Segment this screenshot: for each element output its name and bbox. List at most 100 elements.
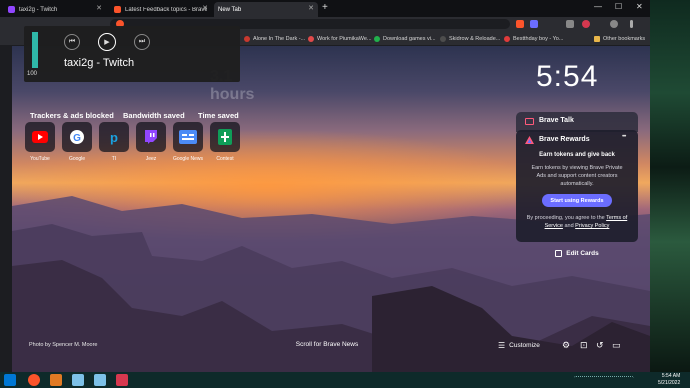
close-window-button[interactable]: ✕ <box>636 2 643 11</box>
start-rewards-button[interactable]: Start using Rewards <box>542 194 612 207</box>
tray-date: 5/21/2022 <box>658 380 681 386</box>
edit-cards-label: Edit Cards <box>566 249 599 257</box>
svg-text:p: p <box>110 130 118 145</box>
top-site-label: TI <box>111 156 117 162</box>
bandwidth-saved-label: Bandwidth saved <box>123 111 185 120</box>
folder-icon <box>594 35 600 42</box>
close-tab-icon[interactable]: ✕ <box>202 4 208 12</box>
top-site-label: Google News <box>172 156 203 162</box>
tab-new-tab[interactable]: New Tab ✕ <box>214 2 318 17</box>
desktop-right-strip <box>650 0 690 372</box>
app-taskbar-icon[interactable] <box>72 374 84 386</box>
wallet-icon[interactable]: ▭ <box>612 340 621 351</box>
top-site-google[interactable]: G <box>62 122 92 152</box>
edit-cards-button[interactable]: Edit Cards <box>516 244 638 262</box>
google-icon: G <box>70 130 84 144</box>
bookmark-icon <box>504 35 510 42</box>
top-site-youtube[interactable] <box>25 122 55 152</box>
menu-icon[interactable] <box>630 20 633 28</box>
bookmark-label: Work for PiumikaWe... <box>317 35 372 42</box>
tab-title: Latest Feedback topics - Brave Comm <box>125 6 207 13</box>
top-site-label: YouTube <box>30 156 50 162</box>
top-site-sheets[interactable] <box>210 122 240 152</box>
google-news-icon <box>179 130 197 144</box>
tab-brave-community[interactable]: Latest Feedback topics - Brave Comm ✕ <box>110 2 212 17</box>
volume-fill <box>32 32 38 68</box>
bookmark-icon <box>374 35 380 42</box>
bookmark-folder[interactable]: Other bookmarks <box>594 34 645 43</box>
minimize-button[interactable]: — <box>594 2 602 11</box>
extensions-icon[interactable] <box>566 20 574 28</box>
bookmark-icon <box>244 35 250 42</box>
twitch-icon <box>8 6 15 13</box>
privacy-link[interactable]: Privacy Policy <box>575 223 609 229</box>
rewards-menu-icon[interactable]: ••• <box>622 134 626 140</box>
bookmark-item[interactable]: Bestthday boy - Yo... <box>504 34 563 43</box>
close-tab-icon[interactable]: ✕ <box>96 4 102 12</box>
bookmark-icon <box>308 35 314 42</box>
tab-title: New Tab <box>218 6 242 13</box>
tab-twitch[interactable]: taxi2g - Twitch ✕ <box>4 2 106 17</box>
previous-track-button[interactable]: ⏮ <box>64 34 80 50</box>
maximize-button[interactable]: ☐ <box>615 2 622 11</box>
bookmark-icon <box>440 35 446 42</box>
browser-window: taxi2g - Twitch ✕ Latest Feedback topics… <box>0 0 650 372</box>
rewards-subtitle: Earn tokens and give back <box>539 152 615 158</box>
tab-title: taxi2g - Twitch <box>19 6 58 13</box>
customize-button[interactable]: ☰ Customize <box>498 341 540 350</box>
bookmarks-icon[interactable]: ⊡ <box>580 340 588 351</box>
rewards-body: Earn tokens by viewing Brave Private Ads… <box>531 165 623 187</box>
previous-icon: ⏮ <box>68 38 76 45</box>
new-tab-page: 3.1 hours Trackers & ads blocked Bandwid… <box>12 46 650 372</box>
tray-time: 5:54 AM <box>661 373 681 379</box>
system-tray[interactable] <box>574 376 634 384</box>
history-icon[interactable]: ↺ <box>596 340 604 351</box>
close-tab-icon[interactable]: ✕ <box>308 4 314 12</box>
top-site-google-news[interactable] <box>173 122 203 152</box>
rewards-title: Brave Rewards <box>539 136 590 143</box>
bookmark-label: Alone In The Dark -... <box>253 35 306 42</box>
next-track-button[interactable]: ⏭ <box>134 34 150 50</box>
scroll-for-brave-news[interactable]: Scroll for Brave News <box>262 341 392 348</box>
svg-text:G: G <box>73 133 81 144</box>
customize-label: Customize <box>509 342 540 349</box>
tp-icon: p <box>110 130 118 145</box>
terms-and: and <box>564 223 574 229</box>
settings-icon[interactable]: ⚙ <box>562 340 570 351</box>
tab-strip: taxi2g - Twitch ✕ Latest Feedback topics… <box>0 0 650 17</box>
volume-value: 100 <box>27 71 38 77</box>
brave-shields-icon[interactable] <box>516 20 524 28</box>
youtube-icon <box>32 131 48 143</box>
brave-icon <box>114 6 121 13</box>
rewards-icon[interactable] <box>530 20 538 28</box>
extension-icon[interactable] <box>582 20 590 28</box>
tray-clock[interactable]: 5:54 AM 5/21/2022 <box>658 373 680 387</box>
taskbar: 5:54 AM 5/21/2022 <box>0 372 690 388</box>
top-site-label: Contest <box>216 156 234 162</box>
terms-prefix: By proceeding, you agree to the <box>526 215 605 221</box>
app-taskbar-icon[interactable] <box>50 374 62 386</box>
bookmark-item[interactable]: Skidrow & Reloade... <box>440 34 500 43</box>
top-site-label: Jeez <box>145 156 157 162</box>
top-site-tp[interactable]: p <box>99 122 129 152</box>
start-icon[interactable] <box>4 374 16 386</box>
next-icon: ⏭ <box>138 38 146 45</box>
rewards-triangle-icon <box>525 136 534 144</box>
bookmark-item[interactable]: Download games vi... <box>374 34 436 43</box>
play-button[interactable]: ▶ <box>98 33 116 51</box>
photo-credit[interactable]: Photo by Spencer M. Moore <box>29 342 97 348</box>
volume-slider[interactable] <box>32 32 38 68</box>
rewards-terms: By proceeding, you agree to the Terms of… <box>524 214 630 230</box>
bookmark-item[interactable]: Work for PiumikaWe... <box>308 34 372 43</box>
top-site-twitch[interactable] <box>136 122 166 152</box>
clock: 5:54 <box>536 60 599 93</box>
app-taskbar-icon[interactable] <box>116 374 128 386</box>
profile-icon[interactable] <box>610 20 618 28</box>
app-taskbar-icon[interactable] <box>94 374 106 386</box>
time-saved-label: Time saved <box>198 111 239 120</box>
top-site-label: Google <box>68 156 86 162</box>
brave-taskbar-icon[interactable] <box>28 374 40 386</box>
brave-talk-card[interactable]: Brave Talk <box>516 112 638 132</box>
new-tab-button[interactable]: + <box>322 2 328 13</box>
bookmark-item[interactable]: Alone In The Dark -... <box>244 34 305 43</box>
